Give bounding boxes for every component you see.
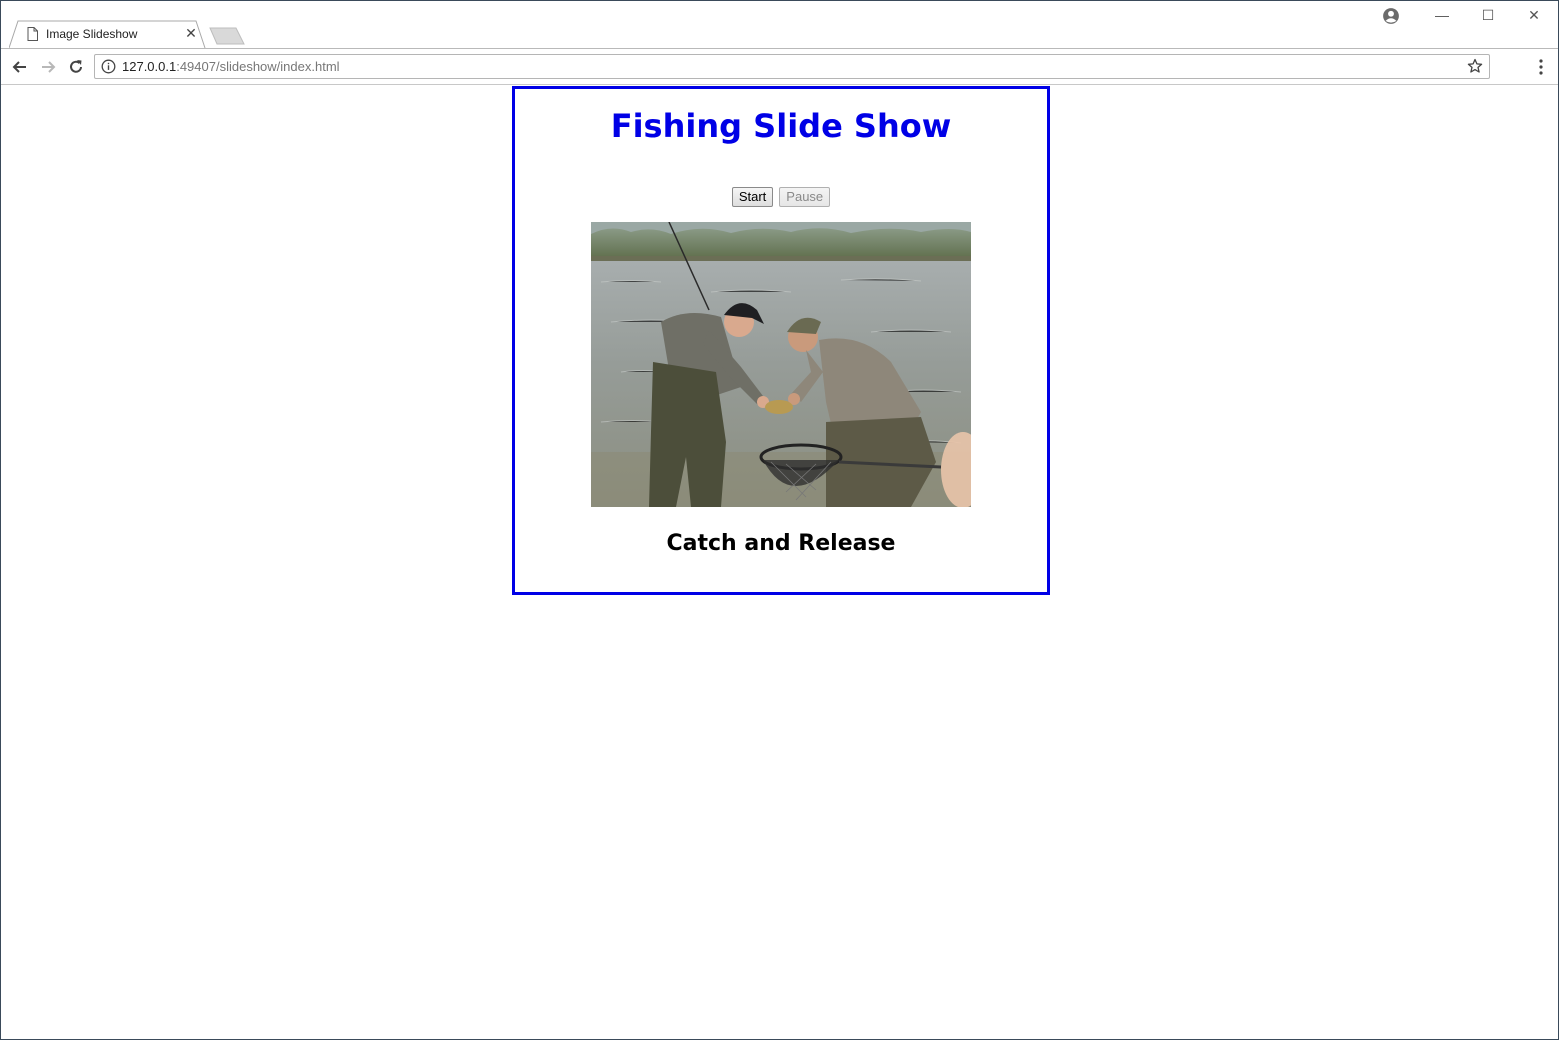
reload-icon[interactable] bbox=[66, 57, 86, 77]
kebab-menu-icon[interactable] bbox=[1533, 58, 1549, 76]
account-icon[interactable] bbox=[1382, 7, 1400, 25]
slide-caption: Catch and Release bbox=[666, 531, 896, 556]
tab-close-icon[interactable]: ✕ bbox=[183, 25, 199, 41]
page-title: Fishing Slide Show bbox=[610, 107, 952, 145]
maximize-icon[interactable]: ☐ bbox=[1476, 5, 1500, 25]
info-icon[interactable] bbox=[101, 59, 116, 74]
url-host: 127.0.0.1 bbox=[122, 59, 177, 74]
page-viewport: Fishing Slide Show Start Pause Catch and… bbox=[1, 86, 1558, 1039]
pause-button[interactable]: Pause bbox=[779, 187, 831, 207]
slide-image bbox=[591, 222, 971, 507]
tab-title: Image Slideshow bbox=[46, 27, 138, 41]
tab-image-slideshow[interactable]: Image Slideshow ✕ bbox=[9, 20, 206, 49]
minimize-icon[interactable]: — bbox=[1430, 5, 1454, 25]
browser-window: Image Slideshow ✕ — ☐ ✕ 127.0.0.1:49407/… bbox=[0, 0, 1559, 1040]
star-icon[interactable] bbox=[1467, 58, 1483, 74]
url-path: :49407/slideshow/index.html bbox=[176, 59, 340, 74]
start-button[interactable]: Start bbox=[731, 187, 774, 207]
close-window-icon[interactable]: ✕ bbox=[1522, 5, 1546, 25]
fishing-photo bbox=[591, 222, 971, 507]
forward-arrow-icon[interactable] bbox=[38, 57, 58, 77]
back-arrow-icon[interactable] bbox=[10, 57, 30, 77]
browser-toolbar: 127.0.0.1:49407/slideshow/index.html bbox=[1, 48, 1558, 85]
new-tab-button[interactable] bbox=[209, 27, 245, 45]
url-text[interactable]: 127.0.0.1:49407/slideshow/index.html bbox=[122, 59, 340, 74]
slideshow-controls: Start Pause bbox=[515, 187, 1047, 207]
tab-strip: Image Slideshow ✕ — ☐ ✕ bbox=[1, 1, 1558, 49]
page-icon bbox=[27, 27, 38, 41]
slideshow-panel: Fishing Slide Show Start Pause Catch and… bbox=[512, 86, 1050, 595]
address-bar[interactable]: 127.0.0.1:49407/slideshow/index.html bbox=[94, 54, 1490, 79]
